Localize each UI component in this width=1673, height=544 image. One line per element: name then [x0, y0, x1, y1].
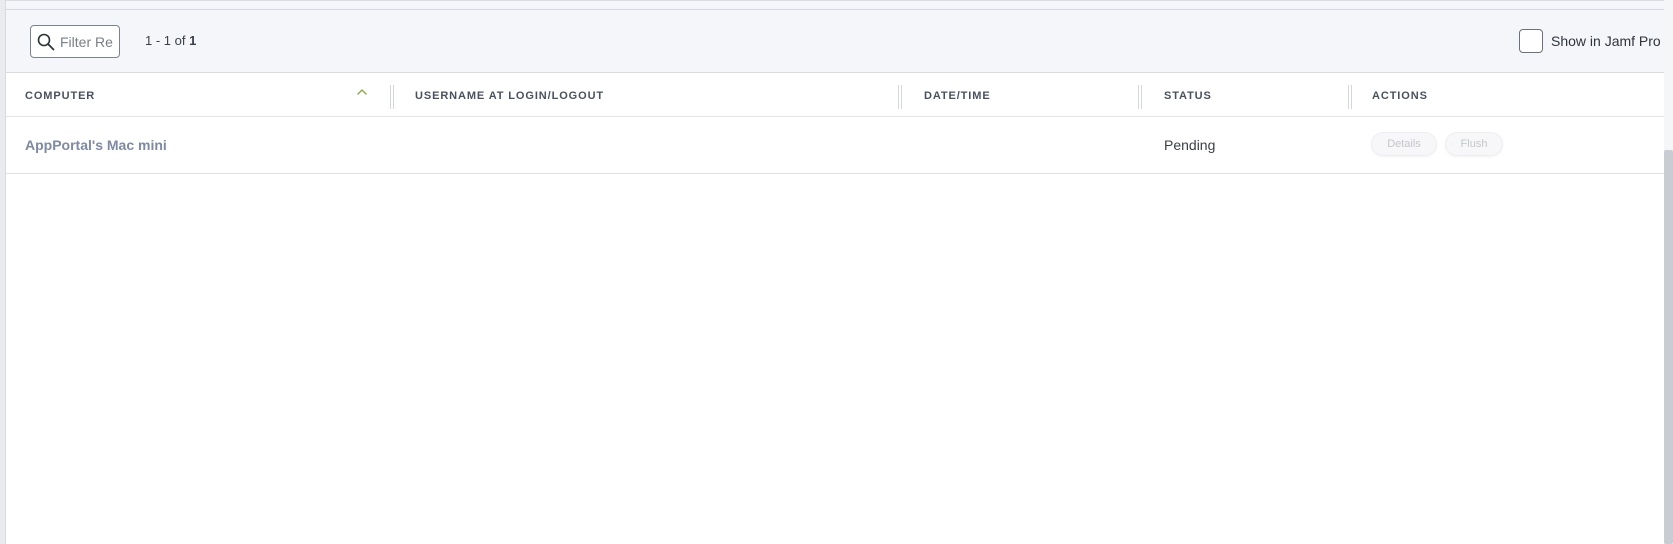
table-row: AppPortal's Mac mini Pending Details Flu…: [6, 117, 1664, 174]
toolbar-divider: [6, 9, 1664, 10]
show-in-jamf-pro-checkbox[interactable]: [1519, 29, 1543, 53]
show-in-jamf-pro-toggle[interactable]: Show in Jamf Pro D: [1519, 29, 1673, 53]
search-icon: [37, 33, 55, 50]
flush-button[interactable]: Flush: [1445, 132, 1503, 156]
filter-input[interactable]: [60, 33, 116, 50]
column-header-datetime[interactable]: DATE/TIME: [924, 90, 991, 102]
details-button[interactable]: Details: [1371, 132, 1437, 156]
column-resizer-username[interactable]: [897, 85, 903, 109]
column-header-status[interactable]: STATUS: [1164, 90, 1212, 102]
pagination-total: 1: [189, 33, 197, 48]
column-resizer-status[interactable]: [1347, 85, 1353, 109]
column-header-actions: ACTIONS: [1372, 90, 1428, 102]
pagination-summary: 1 - 1 of 1: [145, 33, 196, 48]
scrollbar-thumb[interactable]: [1664, 150, 1673, 544]
table-toolbar: 1 - 1 of 1 Show in Jamf Pro D: [6, 0, 1673, 73]
column-resizer-computer[interactable]: [389, 85, 395, 109]
show-in-jamf-pro-label: Show in Jamf Pro D: [1551, 33, 1673, 49]
status-cell: Pending: [1164, 137, 1216, 153]
column-header-username[interactable]: USERNAME AT LOGIN/LOGOUT: [415, 90, 604, 102]
filter-field[interactable]: [30, 25, 120, 58]
sort-ascending-icon[interactable]: [356, 87, 368, 97]
column-resizer-datetime[interactable]: [1137, 85, 1143, 109]
computer-name-link[interactable]: AppPortal's Mac mini: [25, 137, 167, 153]
pagination-range: 1 - 1 of: [145, 33, 186, 48]
table-header: COMPUTER USERNAME AT LOGIN/LOGOUT DATE/T…: [6, 73, 1664, 117]
column-header-computer[interactable]: COMPUTER: [25, 90, 95, 102]
